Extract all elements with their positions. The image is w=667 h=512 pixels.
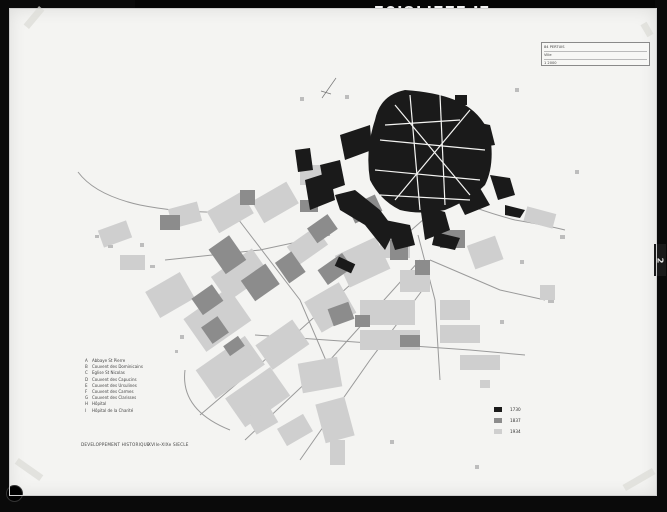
date-legend-row: 1730 — [494, 404, 521, 415]
date-label: 1730 — [510, 407, 521, 412]
date-legend-row: 1934 — [494, 426, 521, 437]
swatch-1837 — [494, 418, 502, 423]
swatch-1934 — [494, 429, 502, 434]
title-block-line-1: 84 PERTUIS — [544, 44, 647, 52]
title-block: 84 PERTUIS Ville 1 2000 — [541, 42, 650, 66]
date-legend: 1730 1837 1934 — [494, 404, 521, 437]
building-legend: A Abbaye St Pierre B Couvent des Dominicai… — [85, 358, 175, 414]
town-plan — [77, 77, 579, 469]
date-legend-row: 1837 — [494, 415, 521, 426]
sheet-number-tab: 2 — [654, 244, 666, 276]
date-label: 1934 — [510, 429, 521, 434]
legend-item: I Hôpital de la Charité — [85, 407, 134, 413]
date-label: 1837 — [510, 418, 521, 423]
blocks-1934 — [97, 165, 557, 465]
sheet-number: 2 — [655, 257, 665, 263]
title-block-line-2: Ville — [544, 52, 647, 60]
swatch-1730 — [494, 407, 502, 412]
footer-title: DEVELOPPEMENT HISTORIQUE — [81, 442, 150, 447]
title-block-line-3: 1 2000 — [544, 61, 557, 65]
footer-period: XVIIe-XIXe SIECLE — [148, 442, 189, 447]
north-arrow — [320, 77, 337, 99]
punch-hole — [6, 485, 23, 502]
